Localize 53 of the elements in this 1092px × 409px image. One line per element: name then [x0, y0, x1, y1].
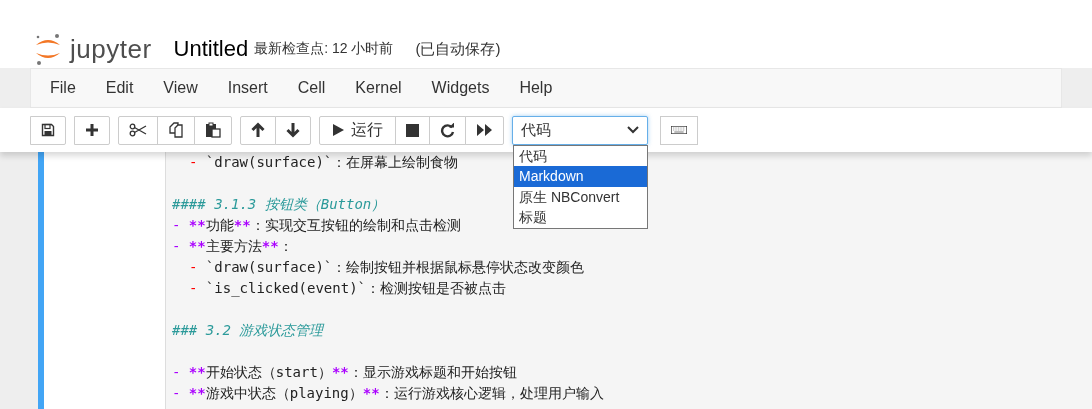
menu-item[interactable]: File	[35, 79, 91, 97]
add-cell-button[interactable]	[74, 115, 110, 145]
code-line: ### 3.2 游戏状态管理	[172, 322, 324, 338]
run-button[interactable]: 运行	[319, 115, 396, 145]
code-line: - `draw(surface)`：在屏幕上绘制食物	[189, 154, 459, 170]
fast-forward-icon	[476, 123, 493, 137]
menu-item[interactable]: Help	[504, 79, 568, 97]
code-line: - **功能**：实现交互按钮的绘制和点击检测	[172, 217, 461, 233]
code-line: - **开始状态（start）**：显示游戏标题和开始按钮	[172, 364, 517, 380]
code-line: - `is_clicked(event)`：检测按钮是否被点击	[189, 280, 506, 296]
move-down-button[interactable]	[275, 115, 311, 145]
checkpoint-status: 最新检查点: 12 小时前	[254, 40, 394, 58]
menu-item[interactable]: Kernel	[340, 79, 417, 97]
plus-icon	[85, 123, 99, 137]
menu-item[interactable]: Edit	[90, 79, 149, 97]
save-button[interactable]	[30, 115, 66, 145]
menu-item[interactable]: Widgets	[416, 79, 505, 97]
markdown-cell[interactable]	[38, 152, 1092, 409]
menu-item[interactable]: Insert	[212, 79, 283, 97]
code-line: - **主要方法**：	[172, 238, 293, 254]
dropdown-option[interactable]: Markdown	[514, 166, 647, 187]
code-line: - **游戏中状态（playing）**：运行游戏核心逻辑，处理用户输入	[172, 385, 604, 401]
dropdown-option[interactable]: 代码	[514, 145, 647, 166]
play-icon	[332, 123, 345, 137]
cell-type-dropdown[interactable]: 代码	[512, 115, 648, 145]
dropdown-option[interactable]: 标题	[514, 207, 647, 228]
stop-icon	[406, 123, 419, 137]
jupyter-logo-icon[interactable]	[34, 32, 62, 66]
code-line: - `draw(surface)`：绘制按钮并根据鼠标悬停状态改变颜色	[189, 259, 585, 275]
copy-icon	[168, 122, 184, 138]
paste-icon	[205, 122, 221, 138]
run-all-button[interactable]	[465, 115, 504, 145]
dropdown-option[interactable]: 原生 NBConvert	[514, 186, 647, 207]
menu-item[interactable]: Cell	[282, 79, 341, 97]
restart-button[interactable]	[429, 115, 466, 145]
paste-button[interactable]	[194, 115, 232, 145]
move-up-button[interactable]	[240, 115, 276, 145]
keyboard-button[interactable]	[660, 115, 698, 145]
cut-button[interactable]	[118, 115, 158, 145]
keyboard-icon	[671, 124, 687, 136]
scissors-icon	[129, 123, 147, 137]
refresh-icon	[440, 122, 455, 138]
arrow-down-icon	[286, 122, 300, 138]
code-line: #### 3.1.3 按钮类（Button）	[172, 196, 386, 212]
autosave-status: (已自动保存)	[415, 39, 501, 59]
menu-item[interactable]: View	[148, 79, 213, 97]
stop-button[interactable]	[395, 115, 430, 145]
copy-button[interactable]	[157, 115, 195, 145]
chevron-down-icon	[627, 126, 639, 134]
notebook-name[interactable]: Untitled	[173, 36, 249, 62]
save-icon	[41, 123, 55, 137]
jupyter-logo-text[interactable]: jupyter	[70, 33, 152, 65]
arrow-up-icon	[251, 122, 265, 138]
